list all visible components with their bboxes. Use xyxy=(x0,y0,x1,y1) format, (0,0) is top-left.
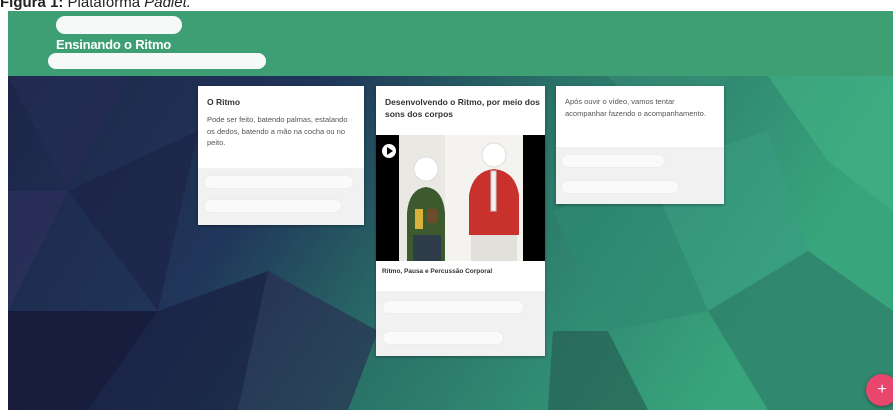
post-card[interactable]: Desenvolvendo o Ritmo, por meio dos sons… xyxy=(376,86,545,356)
post-body: Pode ser feito, batendo palmas, estaland… xyxy=(207,115,348,147)
board-header: Ensinando o Ritmo xyxy=(8,11,893,76)
redacted-bar xyxy=(48,53,266,69)
figure-caption: Figura 1: Plataforma Padlet. xyxy=(0,0,893,11)
comment-field[interactable] xyxy=(561,154,665,168)
comment-field[interactable] xyxy=(382,300,524,314)
video-thumbnail-image xyxy=(399,135,523,261)
redacted-bar xyxy=(56,16,182,34)
post-title: O Ritmo xyxy=(207,97,241,107)
video-player[interactable] xyxy=(376,135,545,261)
board-title: Ensinando o Ritmo xyxy=(56,37,172,52)
figure-caption-emphasis: Padlet. xyxy=(144,0,191,11)
comment-field[interactable] xyxy=(204,175,354,189)
figure-caption-text: Plataforma xyxy=(67,0,141,11)
play-icon[interactable] xyxy=(382,144,396,158)
post-body: Após ouvir o vídeo, vamos tentar acompan… xyxy=(565,97,706,118)
add-post-button[interactable]: + xyxy=(866,374,893,406)
comment-field[interactable] xyxy=(561,180,679,194)
post-card[interactable]: O Ritmo Pode ser feito, batendo palmas, … xyxy=(198,86,364,225)
plus-icon: + xyxy=(877,381,887,398)
video-caption: Ritmo, Pausa e Percussão Corporal xyxy=(382,268,493,275)
figure-caption-label: Figura 1: xyxy=(0,0,64,11)
post-title: Desenvolvendo o Ritmo, por meio dos sons… xyxy=(385,97,540,119)
comment-field[interactable] xyxy=(382,331,504,345)
video-thumbnail xyxy=(399,135,523,261)
comment-field[interactable] xyxy=(204,199,342,213)
padlet-screen: Ensinando o Ritmo O Ritmo Pode ser feito… xyxy=(8,11,893,410)
post-card[interactable]: Após ouvir o vídeo, vamos tentar acompan… xyxy=(556,86,724,204)
